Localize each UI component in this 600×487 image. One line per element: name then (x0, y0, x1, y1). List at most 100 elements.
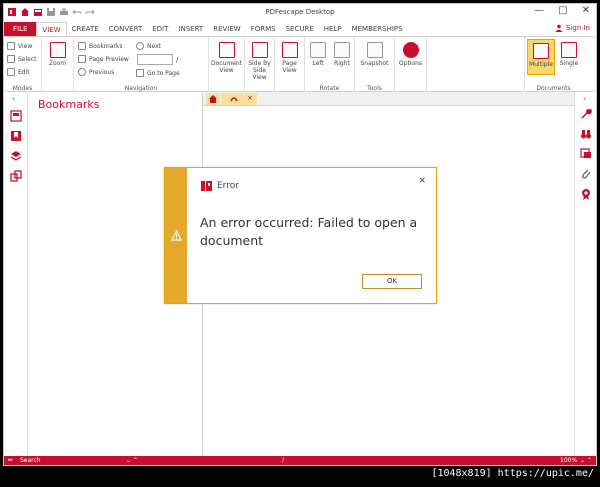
left-toolbar: ‹ (4, 92, 28, 456)
certificate-icon[interactable] (580, 188, 592, 200)
tab-file[interactable]: FILE (4, 22, 37, 36)
page-thumbnails-icon[interactable] (10, 110, 22, 122)
group-documents: Multiple Single Documents (524, 37, 582, 93)
page-separator: / (176, 56, 179, 64)
next-button[interactable]: Next (136, 42, 161, 50)
wrench-icon[interactable] (580, 108, 592, 120)
status-zoom[interactable]: 100% (560, 457, 577, 464)
mode-edit-button[interactable]: Edit (7, 68, 30, 76)
rotate-left-button[interactable]: Left (308, 42, 328, 67)
rotate-right-button[interactable]: Right (331, 42, 353, 67)
restore-button[interactable]: □ (558, 5, 567, 16)
dialog-app-logo-icon (201, 181, 212, 191)
arrow-right-icon (136, 42, 144, 50)
watermark-bar: [1048x819] https://upic.me/ (0, 466, 600, 487)
side-by-side-icon (251, 42, 268, 58)
zoom-button[interactable]: Zoom (42, 42, 73, 67)
tab-edit[interactable]: EDIT (147, 22, 173, 36)
tab-view[interactable]: VIEW (36, 22, 67, 36)
ok-button[interactable]: OK (362, 274, 422, 289)
ribbon: View Select Edit Modes Zoom Bookmarks Pa… (4, 36, 596, 93)
bookmarks-button[interactable]: Bookmarks (78, 42, 123, 50)
group-label-navigation: Navigation (124, 85, 158, 92)
group-page-view: Page View (275, 37, 305, 93)
right-toolbar: › (574, 92, 596, 456)
eye-icon (7, 42, 15, 50)
group-document-view: Document View (209, 37, 245, 93)
app-window: PDFescape Desktop — □ ✕ FILE VIEW CREATE… (3, 3, 597, 466)
tab-review[interactable]: REVIEW (208, 22, 245, 36)
page-view-button[interactable]: Page View (275, 42, 304, 74)
binoculars-icon[interactable] (580, 128, 592, 140)
sign-in-link[interactable]: Sign In (555, 24, 590, 32)
comments-icon[interactable] (580, 148, 592, 160)
group-label-documents: Documents (536, 85, 571, 92)
dialog-title: Error (217, 181, 239, 191)
status-bar: ▸▸ Search ⌄ ⌃ / 100% ⌄ ⌃ (4, 456, 596, 465)
close-button[interactable]: ✕ (582, 5, 590, 16)
tab-insert[interactable]: INSERT (173, 22, 208, 36)
document-tabs: × (203, 92, 574, 106)
pencil-icon (7, 68, 15, 76)
collapse-left-icon[interactable]: ‹ (12, 94, 15, 103)
rotate-left-icon (310, 42, 326, 58)
tab-forms[interactable]: FORMS (246, 22, 281, 36)
select-icon (7, 55, 15, 63)
tab-create[interactable]: CREATE (67, 22, 104, 36)
bookmarks-panel-title: Bookmarks (38, 98, 100, 111)
rotate-right-icon (334, 42, 350, 58)
mode-select-button[interactable]: Select (7, 55, 37, 63)
document-tab[interactable]: × (221, 93, 257, 105)
sign-in-label: Sign In (566, 24, 590, 32)
single-document-icon (561, 42, 577, 58)
side-by-side-view-button[interactable]: Side By Side View (245, 42, 274, 81)
warning-icon (171, 230, 182, 241)
attachments-panel-icon[interactable] (10, 170, 22, 182)
page-preview-button[interactable]: Page Preview (78, 55, 129, 63)
group-modes: View Select Edit Modes (4, 37, 42, 93)
search-menu-icon[interactable]: ▸▸ (8, 457, 13, 463)
window-title: PDFescape Desktop (265, 8, 335, 16)
user-icon (555, 24, 563, 32)
status-search-input[interactable]: Search (20, 457, 41, 464)
dialog-message: An error occurred: Failed to open a docu… (200, 215, 418, 248)
layers-icon[interactable] (10, 150, 22, 162)
tab-help[interactable]: HELP (319, 22, 347, 36)
document-view-button[interactable]: Document View (209, 42, 244, 74)
error-dialog: Error × An error occurred: Failed to ope… (164, 167, 437, 304)
multiple-documents-button[interactable]: Multiple (527, 39, 555, 75)
group-label-rotate: Rotate (319, 85, 340, 92)
go-to-page-button[interactable]: Go to Page (136, 69, 180, 77)
group-label-modes: Modes (12, 85, 33, 92)
close-document-tab-icon[interactable]: × (247, 94, 253, 102)
tab-secure[interactable]: SECURE (281, 22, 319, 36)
goto-icon (136, 69, 144, 77)
previous-button[interactable]: Previous (78, 68, 114, 76)
camera-icon (366, 42, 383, 58)
watermark-text: [1048x819] https://upic.me/ (431, 468, 594, 479)
bookmark-panel-icon[interactable] (10, 130, 22, 142)
minimize-button[interactable]: — (534, 5, 544, 16)
paperclip-icon[interactable] (580, 168, 592, 180)
group-options: Options (395, 37, 427, 93)
home-tab[interactable] (206, 93, 220, 105)
group-side-by-side: Side By Side View (245, 37, 275, 93)
search-options-icon[interactable]: ⌄ ⌃ (126, 457, 138, 464)
group-rotate: Left Right Rotate (305, 37, 355, 93)
dialog-close-button[interactable]: × (418, 176, 426, 186)
multiple-documents-icon (533, 43, 549, 59)
page-preview-icon (78, 55, 86, 63)
arrow-left-icon (78, 68, 86, 76)
mode-view-button[interactable]: View (7, 42, 32, 50)
collapse-right-icon[interactable]: › (583, 94, 586, 103)
page-number-input[interactable] (137, 54, 173, 65)
home-tab-icon (209, 95, 217, 103)
group-label-tools: Tools (367, 85, 382, 92)
tab-convert[interactable]: CONVERT (104, 22, 147, 36)
snapshot-button[interactable]: Snapshot (355, 42, 394, 67)
zoom-dropdown-icon[interactable]: ⌄ ⌃ (580, 457, 592, 464)
options-button[interactable]: Options (395, 42, 426, 67)
tab-memberships[interactable]: MEMBERSHIPS (347, 22, 408, 36)
bookmark-icon (78, 42, 86, 50)
single-document-button[interactable]: Single (557, 42, 581, 67)
